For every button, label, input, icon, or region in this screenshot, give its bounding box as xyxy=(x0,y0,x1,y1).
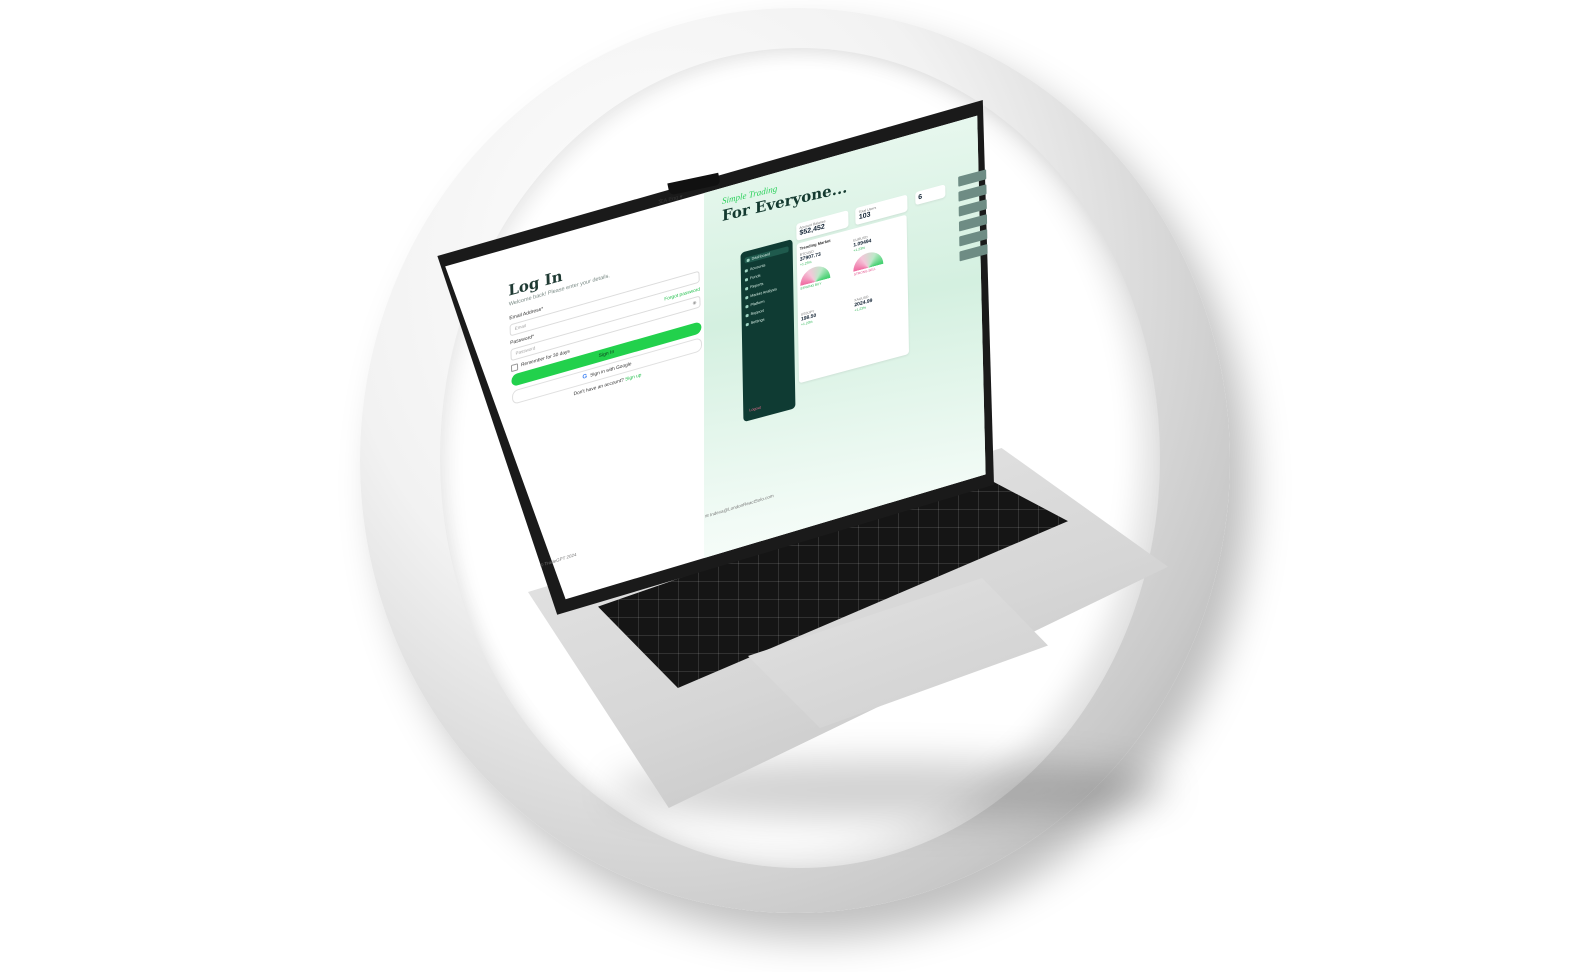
gear-icon xyxy=(745,322,749,326)
sidebar-item-label: Funds xyxy=(749,273,761,281)
sidebar-item-label: Support xyxy=(750,308,764,317)
password-placeholder: Password xyxy=(515,345,536,356)
thumbnail xyxy=(958,169,987,187)
sidebar-item-label: Settings xyxy=(750,317,765,326)
dashboard-sidebar: Dashboard Accounts Funds Reports Market … xyxy=(740,239,796,423)
thumbnail xyxy=(958,184,987,202)
reports-icon xyxy=(745,286,749,291)
market-tile: BTCUSD 37907.73 +1.23% STRONG BUY xyxy=(800,240,849,311)
funds-icon xyxy=(744,277,749,282)
stat-value: 6 xyxy=(918,193,923,202)
chevron-down-icon: ▾ xyxy=(679,193,683,201)
thumbnail xyxy=(959,229,988,247)
market-tile: EURUSD 1.09494 +1.23% STRONG SELL xyxy=(853,226,902,297)
thumbnail xyxy=(958,214,988,232)
mail-icon: ✉ xyxy=(705,512,709,519)
logout-item: Logout xyxy=(749,405,761,413)
watchlist-thumbnails xyxy=(958,169,988,266)
sidebar-item-label: Dashboard xyxy=(751,251,771,261)
remember-checkbox[interactable] xyxy=(510,363,519,373)
accounts-icon xyxy=(744,268,748,273)
market-tile: USDJPY 198.50 +1.23% xyxy=(801,300,850,371)
sidebar-item-label: Accounts xyxy=(749,263,766,272)
google-label: Sign in with Google xyxy=(590,361,632,379)
analysis-icon xyxy=(745,295,749,300)
support-icon xyxy=(745,313,749,318)
eye-icon[interactable]: ◉ xyxy=(692,298,696,309)
dashboard-icon xyxy=(746,257,750,262)
market-tile: XAUUSD 2024.99 +1.23% xyxy=(854,286,903,357)
platform-icon xyxy=(745,304,749,309)
sidebar-item-label: Platform xyxy=(750,299,765,308)
google-icon: G xyxy=(582,373,588,381)
thumbnail xyxy=(959,243,988,262)
trending-market-card: Trending Market BTCUSD 37907.73 +1.23% S… xyxy=(796,214,910,384)
stat-card: 6 xyxy=(915,184,946,206)
thumbnail xyxy=(958,199,987,217)
sidebar-item-label: Reports xyxy=(750,281,764,290)
sign-up-link[interactable]: Sign up xyxy=(625,373,641,383)
